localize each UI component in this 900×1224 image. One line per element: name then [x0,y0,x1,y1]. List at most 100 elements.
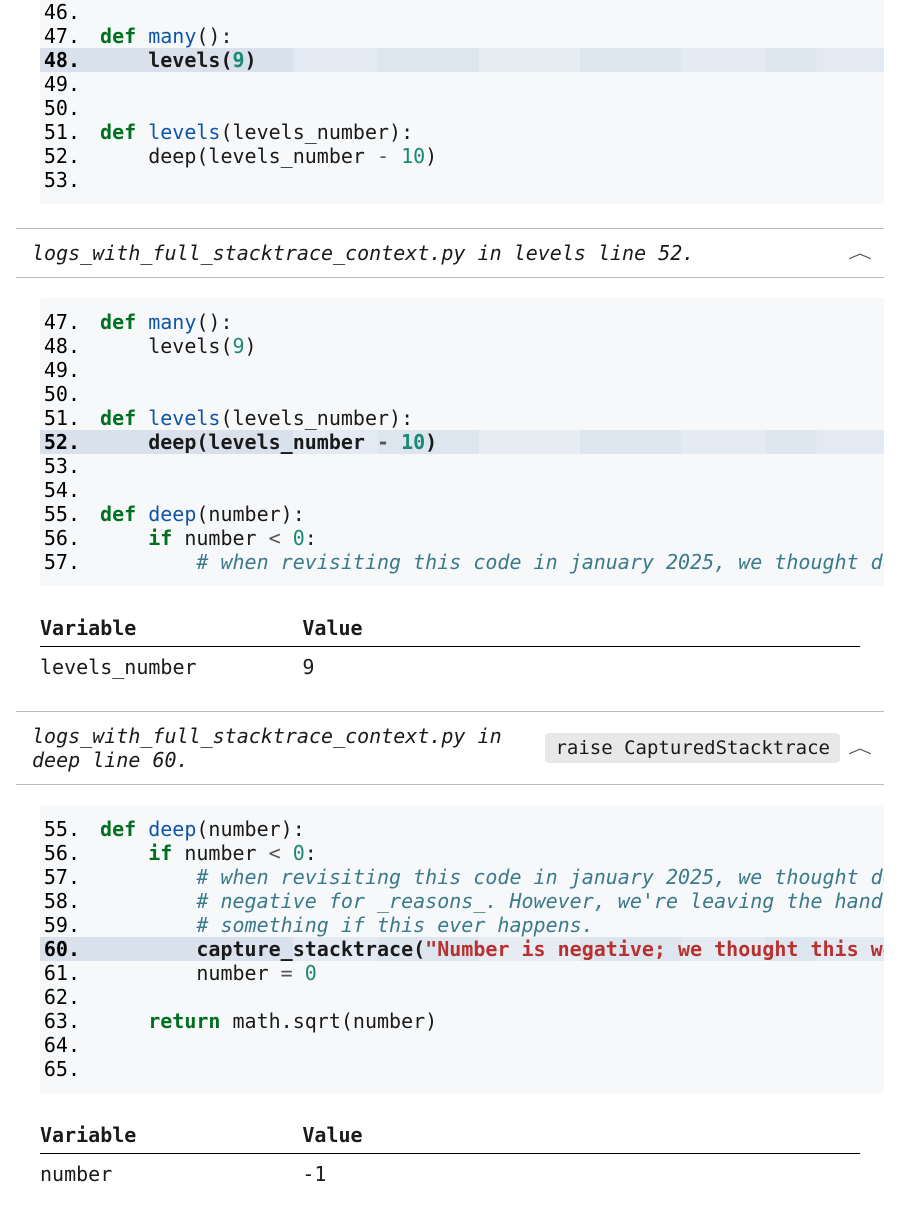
line-number: 57 [40,865,88,889]
line-code [88,382,884,406]
col-value: Value [302,1117,860,1154]
table-row: levels_number9 [40,647,860,684]
frame-line: 60 [152,748,176,772]
chevron-up-icon[interactable]: ︿ [848,738,872,757]
col-variable: Variable [40,610,302,647]
line-number: 57 [40,550,88,574]
code-line: 57 # when revisiting this code in januar… [40,550,884,574]
chevron-up-icon[interactable]: ︿ [848,243,872,262]
code-line: 60 capture_stacktrace("Number is negativ… [40,937,884,961]
line-number: 65 [40,1057,88,1081]
variables-table: VariableValuenumber-1 [40,1117,860,1190]
frame-file: logs_with_full_stacktrace_context.py [32,241,465,265]
code-line: 56 if number < 0: [40,526,884,550]
in-word: in [478,724,502,748]
line-number: 60 [40,937,88,961]
line-number: 63 [40,1009,88,1033]
line-number: 46 [40,0,88,24]
frame-header[interactable]: logs_with_full_stacktrace_context.py in … [16,228,884,278]
code-line: 53 [40,454,884,478]
code-line: 54 [40,478,884,502]
code-block: 47 def many():48 levels(9)49 50 51 def l… [40,298,884,586]
line-code [88,454,884,478]
line-code: # when revisiting this code in january 2… [88,865,884,889]
line-code: # when revisiting this code in january 2… [88,550,884,574]
line-number: 62 [40,985,88,1009]
line-code [88,168,884,192]
line-code: deep(levels_number - 10) [88,144,884,168]
code-line: 52 deep(levels_number - 10) [40,430,884,454]
code-line: 49 [40,358,884,382]
line-code: capture_stacktrace("Number is negative; … [88,937,884,961]
code-line: 50 [40,96,884,120]
line-number: 49 [40,358,88,382]
line-number: 48 [40,48,88,72]
line-code: if number < 0: [88,841,884,865]
line-number: 55 [40,502,88,526]
line-number: 49 [40,72,88,96]
code-line: 46 [40,0,884,24]
dot: . [177,748,189,772]
code-line: 55 def deep(number): [40,817,884,841]
frame-file: logs_with_full_stacktrace_context.py [32,724,465,748]
frame-title: logs_with_full_stacktrace_context.py in … [32,724,545,772]
code-line: 52 deep(levels_number - 10) [40,144,884,168]
code-line: 65 [40,1057,884,1081]
code-line: 51 def levels(levels_number): [40,406,884,430]
line-code [88,985,884,1009]
line-word: line [92,748,140,772]
var-name: levels_number [40,647,302,684]
code-line: 53 [40,168,884,192]
col-value: Value [302,610,860,647]
line-number: 56 [40,526,88,550]
line-code: def levels(levels_number): [88,406,884,430]
code-line: 50 [40,382,884,406]
line-number: 55 [40,817,88,841]
line-number: 48 [40,334,88,358]
code-line: 51 def levels(levels_number): [40,120,884,144]
line-code: # negative for _reasons_. However, we're… [88,889,884,913]
line-number: 52 [40,144,88,168]
line-number: 50 [40,96,88,120]
frame-title: logs_with_full_stacktrace_context.py in … [32,241,852,265]
code-line: 64 [40,1033,884,1057]
in-word: in [478,241,502,265]
line-number: 56 [40,841,88,865]
line-number: 50 [40,382,88,406]
line-number: 47 [40,310,88,334]
var-name: number [40,1154,302,1191]
code-line: 56 if number < 0: [40,841,884,865]
code-line: 47 def many(): [40,310,884,334]
frame-line: 52 [658,241,682,265]
code-block: 46 47 def many():48 levels(9)49 50 51 de… [40,0,884,204]
code-line: 47 def many(): [40,24,884,48]
variables-table: VariableValuelevels_number9 [40,610,860,683]
code-block: 55 def deep(number):56 if number < 0:57 … [40,805,884,1093]
line-code [88,72,884,96]
line-code: # something if this ever happens. [88,913,884,937]
table-header-row: VariableValue [40,1117,860,1154]
line-word: line [598,241,646,265]
line-code [88,0,884,24]
line-code: def deep(number): [88,502,884,526]
line-code: number = 0 [88,961,884,985]
line-code: def many(): [88,310,884,334]
code-line: 48 levels(9) [40,334,884,358]
frame-func: levels [514,241,586,265]
line-number: 51 [40,406,88,430]
var-value: 9 [302,647,860,684]
line-number: 53 [40,454,88,478]
frame-header[interactable]: logs_with_full_stacktrace_context.py in … [16,711,884,785]
line-number: 54 [40,478,88,502]
code-line: 61 number = 0 [40,961,884,985]
line-number: 58 [40,889,88,913]
line-code: levels(9) [88,334,884,358]
code-line: 57 # when revisiting this code in januar… [40,865,884,889]
code-line: 58 # negative for _reasons_. However, we… [40,889,884,913]
line-number: 47 [40,24,88,48]
line-number: 51 [40,120,88,144]
line-code: def many(): [88,24,884,48]
line-code [88,358,884,382]
line-code: if number < 0: [88,526,884,550]
line-code: return math.sqrt(number) [88,1009,884,1033]
